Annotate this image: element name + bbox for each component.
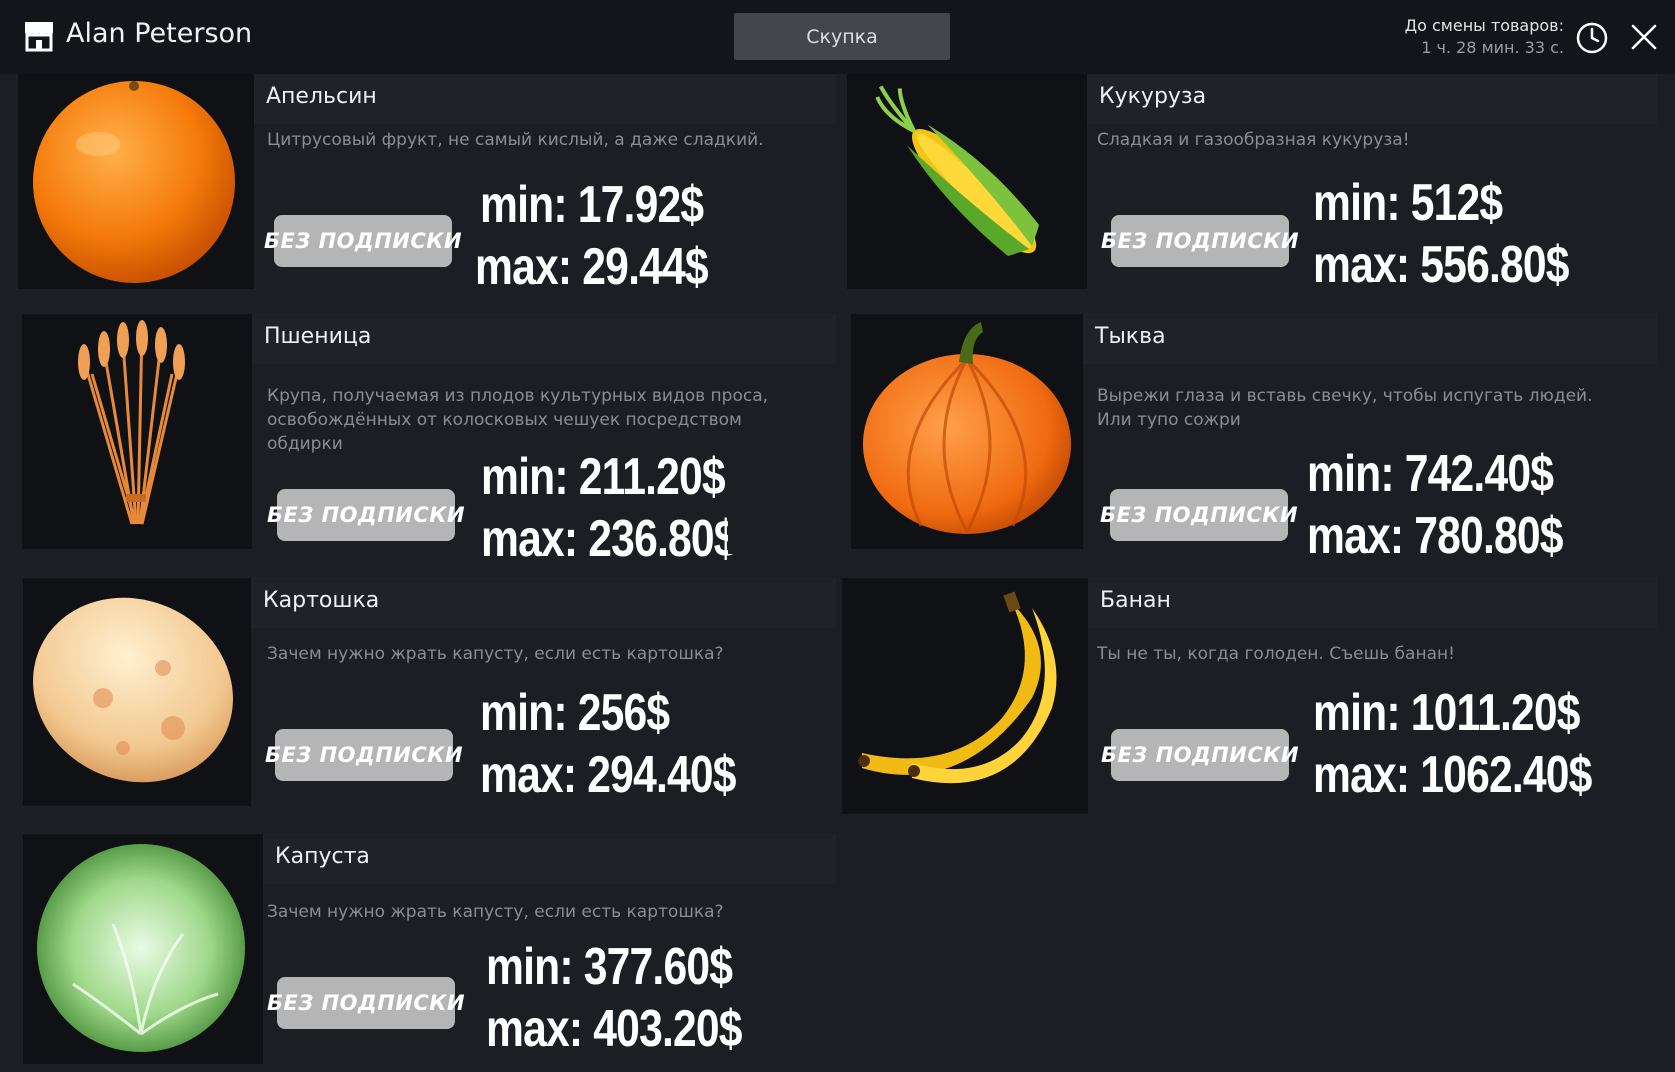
timer-label: До смены товаров: — [1404, 16, 1564, 35]
tab-buyout[interactable]: Скупка — [734, 13, 950, 60]
item-title: Банан — [1088, 578, 1657, 628]
item-image — [23, 578, 251, 806]
item-card-cabbage[interactable]: Капуста Зачем нужно жрать капусту, если … — [23, 834, 836, 1064]
item-image — [851, 314, 1083, 549]
price-max: max: 294.40$ — [480, 746, 737, 804]
item-image — [18, 74, 254, 289]
no-subscription-badge: БЕЗ ПОДПИСКИ — [267, 977, 465, 1029]
price-min: min: 17.92$ — [480, 176, 704, 234]
item-description: Вырежи глаза и вставь свечку, чтобы испу… — [1097, 386, 1593, 430]
price-min: min: 1011.20$ — [1313, 684, 1581, 742]
no-subscription-badge: БЕЗ ПОДПИСКИ — [264, 215, 462, 267]
clock-icon — [1576, 22, 1608, 54]
item-title: Капуста — [263, 834, 836, 884]
price-max: max: 780.80$ — [1307, 507, 1564, 565]
close-icon[interactable] — [1629, 22, 1659, 52]
item-card-orange[interactable]: Апельсин Цитрусовый фрукт, не самый кисл… — [18, 74, 836, 296]
no-subscription-badge: БЕЗ ПОДПИСКИ — [1101, 215, 1299, 267]
item-card-potato[interactable]: Картошка Зачем нужно жрать капусту, если… — [23, 578, 836, 806]
banana-icon — [858, 591, 1057, 784]
item-card-banana[interactable]: Банан Ты не ты, когда голоден. Съешь бан… — [842, 578, 1657, 814]
orange-icon — [33, 81, 235, 283]
item-card-wheat[interactable]: Пшеница Крупа, получаемая из плодов куль… — [22, 314, 838, 568]
top-bar: Alan Peterson Скупка До смены товаров: 1… — [0, 0, 1675, 74]
potato-icon — [33, 597, 233, 783]
item-card-pumpkin[interactable]: Тыква Вырежи глаза и вставь свечку, чтоб… — [851, 314, 1657, 565]
no-subscription-badge: БЕЗ ПОДПИСКИ — [1100, 489, 1298, 541]
corn-icon — [875, 85, 1040, 257]
price-max: max: 556.80$ — [1313, 236, 1570, 294]
price-min: min: 211.20$ — [481, 448, 726, 506]
price-max: max: 1062.40$ — [1313, 746, 1592, 804]
item-title: Тыква — [1083, 314, 1657, 364]
item-description: Зачем нужно жрать капусту, если есть кар… — [267, 902, 724, 922]
item-title: Апельсин — [254, 74, 836, 124]
pumpkin-icon — [863, 322, 1071, 534]
wheat-icon — [78, 320, 185, 525]
timer-value: 1 ч. 28 мин. 33 с. — [1421, 38, 1564, 57]
price-min: min: 256$ — [480, 684, 670, 742]
no-subscription-badge: БЕЗ ПОДПИСКИ — [1101, 729, 1299, 781]
player-name: Alan Peterson — [66, 18, 253, 49]
price-max: max: 403.20$ — [486, 1000, 743, 1058]
price-min: min: 377.60$ — [486, 938, 733, 996]
no-subscription-badge: БЕЗ ПОДПИСКИ — [267, 489, 465, 541]
item-title: Картошка — [251, 578, 836, 628]
price-min: min: 742.40$ — [1307, 445, 1554, 503]
item-description: Ты не ты, когда голоден. Съешь банан! — [1097, 644, 1455, 664]
price-max: max: 236.80$ — [481, 510, 738, 568]
price-clip — [728, 510, 838, 554]
item-image — [847, 74, 1087, 289]
item-image — [22, 314, 252, 549]
item-card-corn[interactable]: Кукуруза Сладкая и газообразная кукуруза… — [847, 74, 1657, 294]
price-min: min: 512$ — [1313, 174, 1503, 232]
cabbage-icon — [37, 844, 245, 1052]
item-image — [842, 578, 1088, 814]
item-title: Пшеница — [252, 314, 836, 364]
item-title: Кукуруза — [1087, 74, 1657, 124]
item-description: Зачем нужно жрать капусту, если есть кар… — [267, 644, 724, 664]
price-max: max: 29.44$ — [475, 238, 709, 296]
store-icon — [25, 22, 53, 52]
item-description: Цитрусовый фрукт, не самый кислый, а даж… — [267, 130, 764, 150]
no-subscription-badge: БЕЗ ПОДПИСКИ — [265, 729, 463, 781]
item-description: Сладкая и газообразная кукуруза! — [1097, 130, 1410, 150]
item-image — [23, 834, 263, 1064]
